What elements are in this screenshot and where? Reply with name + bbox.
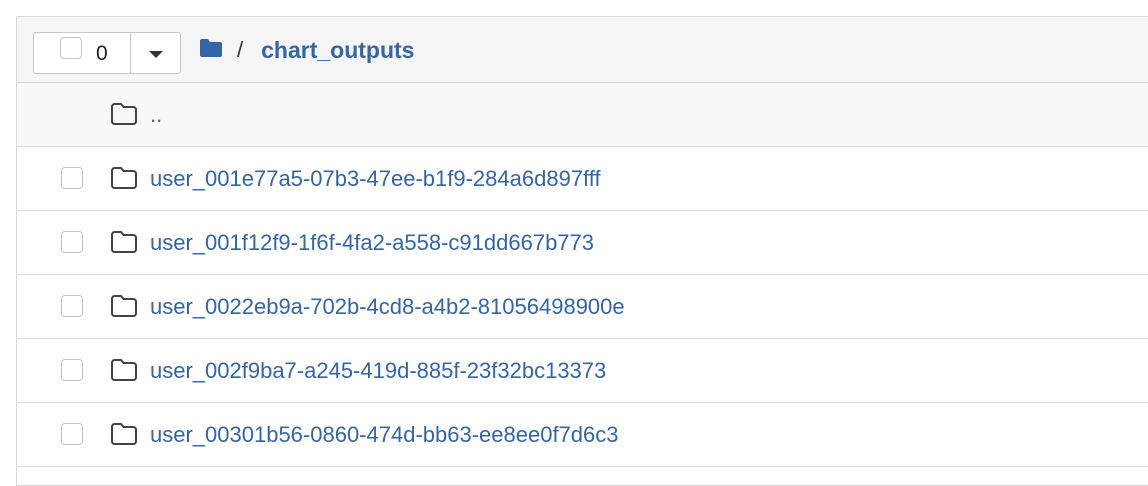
row-checkbox[interactable] [61, 231, 83, 253]
select-all-dropdown: 0 [33, 32, 181, 74]
select-dropdown-toggle[interactable] [131, 33, 180, 73]
file-browser-panel: 0 / chart_outputs .. user_001e77a5-07b3-… [16, 16, 1148, 486]
selected-count: 0 [96, 42, 108, 65]
folder-outline-icon [110, 294, 138, 323]
folder-outline-icon [110, 422, 138, 451]
parent-directory-row[interactable]: .. [17, 83, 1148, 147]
folder-link[interactable]: user_002f9ba7-a245-419d-885f-23f32bc1337… [150, 339, 606, 402]
select-all-checkbox[interactable] [60, 37, 82, 59]
row-checkbox[interactable] [61, 167, 83, 189]
folder-link[interactable]: user_00301b56-0860-474d-bb63-ee8ee0f7d6c… [150, 403, 619, 466]
list-item[interactable]: user_001e77a5-07b3-47ee-b1f9-284a6d897ff… [17, 147, 1148, 211]
list-item[interactable]: user_0022eb9a-702b-4cd8-a4b2-81056498900… [17, 275, 1148, 339]
list-item[interactable]: user_002f9ba7-a245-419d-885f-23f32bc1337… [17, 339, 1148, 403]
row-checkbox[interactable] [61, 423, 83, 445]
folder-outline-icon [110, 230, 138, 259]
parent-directory-link[interactable]: .. [150, 83, 162, 146]
folder-link[interactable]: user_001f12f9-1f6f-4fa2-a558-c91dd667b77… [150, 211, 594, 274]
folder-link[interactable]: user_0022eb9a-702b-4cd8-a4b2-81056498900… [150, 275, 625, 338]
list-item[interactable]: user_00301b56-0860-474d-bb63-ee8ee0f7d6c… [17, 403, 1148, 467]
row-checkbox[interactable] [61, 295, 83, 317]
folder-outline-icon [110, 166, 138, 195]
folder-outline-icon [110, 358, 138, 387]
breadcrumb-current-folder[interactable]: chart_outputs [261, 37, 414, 64]
select-all-button[interactable]: 0 [34, 33, 131, 73]
folder-link[interactable]: user_001e77a5-07b3-47ee-b1f9-284a6d897ff… [150, 147, 601, 210]
folder-outline-icon [110, 102, 138, 131]
folder-solid-icon[interactable] [199, 38, 223, 63]
list-item[interactable]: user_001f12f9-1f6f-4fa2-a558-c91dd667b77… [17, 211, 1148, 275]
file-list-header: 0 / chart_outputs [17, 17, 1148, 83]
breadcrumb: / chart_outputs [199, 33, 414, 67]
caret-down-icon [149, 51, 163, 58]
breadcrumb-separator: / [237, 37, 244, 62]
row-checkbox[interactable] [61, 359, 83, 381]
